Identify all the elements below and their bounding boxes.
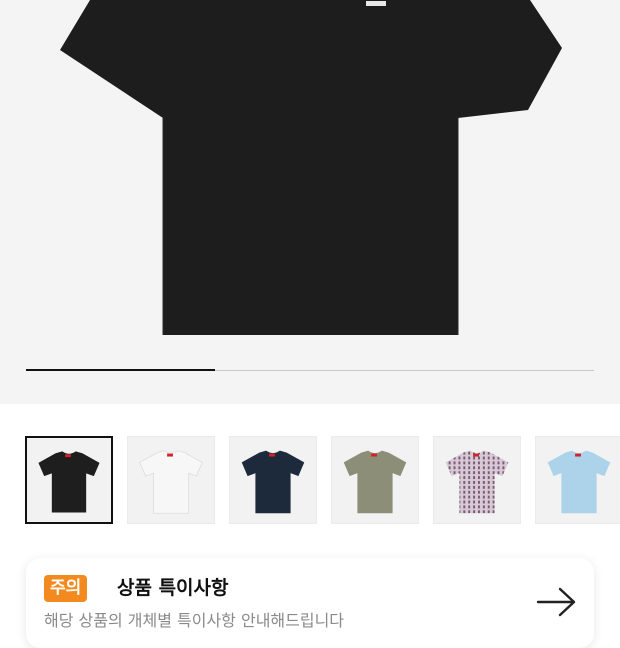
- notice-badge: 주의: [44, 575, 88, 602]
- arrow-right-icon[interactable]: [536, 586, 578, 618]
- product-notice-card[interactable]: 주의 상품 특이사항 해당 상품의 개체별 특이사항 안내해드립니다: [26, 558, 594, 648]
- notice-title: 상품 특이사항: [117, 577, 229, 599]
- brand-logo: [575, 453, 581, 457]
- tshirt-icon: [139, 450, 203, 514]
- brand-logo: [366, 1, 386, 6]
- tshirt-icon: [343, 450, 407, 514]
- product-image: [60, 0, 562, 335]
- brand-logo: [473, 453, 479, 457]
- color-thumbnail-navy[interactable]: [229, 436, 317, 524]
- brand-logo: [167, 453, 173, 457]
- notice-description: 해당 상품의 개체별 특이사항 안내해드립니다: [44, 611, 345, 630]
- tshirt-icon: [445, 450, 509, 514]
- color-thumbnail-pattern[interactable]: [433, 436, 521, 524]
- color-thumbnail-white[interactable]: [127, 436, 215, 524]
- brand-logo: [65, 454, 71, 458]
- tshirt-icon: [38, 451, 100, 513]
- brand-logo: [371, 453, 377, 457]
- color-thumbnail-black[interactable]: [25, 436, 113, 524]
- product-image-carousel[interactable]: [0, 0, 620, 404]
- tshirt-icon: [547, 450, 611, 514]
- color-thumbnail-list: [25, 436, 620, 526]
- image-progress-indicator: [26, 369, 216, 371]
- color-thumbnail-olive[interactable]: [331, 436, 419, 524]
- brand-logo: [269, 453, 275, 457]
- tshirt-icon: [241, 450, 305, 514]
- color-thumbnail-light-blue[interactable]: [535, 436, 620, 524]
- image-progress-bar: [26, 369, 594, 371]
